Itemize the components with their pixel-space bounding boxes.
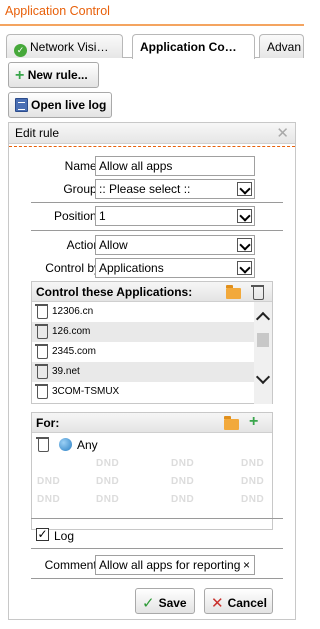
scrollbar[interactable]: [254, 302, 272, 404]
chevron-down-icon: [237, 238, 252, 252]
chevron-up-icon[interactable]: [255, 311, 271, 327]
cancel-button[interactable]: ✕ Cancel: [204, 588, 273, 614]
close-icon: ✕: [211, 595, 224, 612]
trash-icon[interactable]: [36, 437, 49, 452]
trash-icon[interactable]: [35, 344, 48, 359]
for-header-label: For:: [36, 416, 60, 430]
tab-label: Advan: [267, 40, 302, 54]
check-circle-icon: ✓: [14, 44, 27, 57]
panel-body: Name: Allow all apps Group: :: Please se…: [9, 146, 295, 620]
name-field[interactable]: Allow all apps: [95, 156, 255, 176]
chevron-down-icon[interactable]: [255, 369, 271, 385]
name-value: Allow all apps: [99, 159, 173, 173]
save-label: Save: [158, 596, 187, 610]
dnd-watermark: DND: [96, 458, 120, 469]
close-icon[interactable]: ✕: [276, 124, 289, 142]
trash-icon[interactable]: [35, 304, 48, 319]
action-label: Action: [66, 238, 100, 252]
plus-icon[interactable]: +: [249, 414, 258, 430]
log-checkbox[interactable]: ✓: [36, 528, 49, 541]
tab-network-visibility[interactable]: ✓ Network Visi…: [6, 34, 123, 58]
divider: [31, 518, 283, 519]
application-name: 3COM-TSMUX: [52, 386, 120, 397]
chevron-down-icon: [237, 261, 252, 275]
chevron-down-icon: [237, 209, 252, 223]
for-box: For: + Any DND DND DND DND DND DND DND D…: [31, 412, 273, 530]
applications-box: Control these Applications: 12306.cn 126…: [31, 281, 273, 404]
tab-bar: ✓ Network Visi… Application Co… Advan: [6, 34, 304, 59]
dnd-watermark: DND: [171, 476, 195, 487]
tab-advanced[interactable]: Advan: [259, 34, 304, 58]
check-icon: ✓: [142, 595, 155, 612]
group-select[interactable]: :: Please select ::: [95, 179, 255, 199]
dnd-watermark: DND: [37, 476, 61, 487]
panel-header: Edit rule ✕: [9, 123, 295, 144]
divider: [31, 230, 283, 231]
dnd-watermark: DND: [241, 458, 265, 469]
dnd-watermark: DND: [171, 458, 195, 469]
trash-icon[interactable]: [35, 384, 48, 399]
scroll-thumb[interactable]: [257, 333, 269, 347]
chevron-down-icon: [237, 182, 252, 196]
divider: [31, 548, 283, 549]
dnd-watermark: DND: [241, 476, 265, 487]
applications-header-label: Control these Applications:: [36, 285, 193, 299]
dnd-watermark: DND: [171, 494, 195, 505]
plus-icon: +: [15, 67, 25, 84]
application-name: 126.com: [52, 326, 91, 337]
list-item[interactable]: 2345.com: [32, 342, 254, 362]
action-value: Allow: [99, 238, 128, 252]
tab-label: Application Co…: [140, 40, 237, 54]
group-value: :: Please select ::: [99, 182, 191, 196]
position-label: Position:: [53, 209, 100, 223]
globe-icon: [59, 438, 72, 451]
trash-icon[interactable]: [251, 285, 264, 300]
list-item[interactable]: 126.com: [32, 322, 254, 342]
trash-icon[interactable]: [35, 364, 48, 379]
name-label: Name:: [64, 159, 100, 173]
action-select[interactable]: Allow: [95, 235, 255, 255]
dnd-watermark: DND: [96, 476, 120, 487]
dnd-watermark: DND: [241, 494, 265, 505]
comment-label: Comment:: [44, 558, 100, 572]
folder-icon[interactable]: [226, 285, 241, 299]
divider: [31, 578, 283, 579]
applications-header: Control these Applications:: [32, 282, 272, 302]
new-rule-button[interactable]: + New rule...: [8, 62, 99, 88]
comment-field[interactable]: Allow all apps for reporting ×: [95, 555, 255, 575]
dnd-watermark: DND: [37, 494, 61, 505]
application-name: 12306.cn: [52, 306, 94, 317]
control-by-label: Control by: [45, 261, 100, 275]
list-item[interactable]: 3COM-TSMUX: [32, 382, 254, 402]
folder-icon[interactable]: [224, 416, 239, 430]
list-item[interactable]: 39.net: [32, 362, 254, 382]
comment-value: Allow all apps for reporting: [99, 558, 241, 572]
open-live-log-button[interactable]: Open live log: [8, 92, 112, 118]
clear-icon[interactable]: ×: [243, 558, 250, 572]
app-title: Application Control: [0, 0, 304, 26]
panel-title: Edit rule: [15, 126, 60, 140]
dnd-watermark: DND: [96, 494, 120, 505]
application-name: 39.net: [52, 366, 80, 377]
log-icon: [15, 98, 28, 112]
divider: [31, 202, 283, 203]
new-rule-label: New rule...: [27, 68, 88, 82]
list-item[interactable]: 12306.cn: [32, 302, 254, 322]
open-live-log-label: Open live log: [31, 98, 107, 112]
save-button[interactable]: ✓ Save: [135, 588, 195, 614]
group-label: Group:: [63, 182, 100, 196]
position-select[interactable]: 1: [95, 206, 255, 226]
for-header: For: +: [32, 413, 272, 433]
control-by-select[interactable]: Applications: [95, 258, 255, 278]
for-item-label[interactable]: Any: [77, 438, 98, 452]
application-name: 2345.com: [52, 346, 96, 357]
control-by-value: Applications: [99, 261, 164, 275]
log-label: Log: [54, 529, 75, 543]
tab-application-control[interactable]: Application Co…: [132, 34, 255, 59]
tab-label: Network Visi…: [30, 40, 109, 54]
trash-icon[interactable]: [35, 324, 48, 339]
position-value: 1: [99, 209, 106, 223]
edit-rule-panel: Edit rule ✕ Name: Allow all apps Group: …: [8, 122, 296, 620]
cancel-label: Cancel: [227, 596, 267, 610]
